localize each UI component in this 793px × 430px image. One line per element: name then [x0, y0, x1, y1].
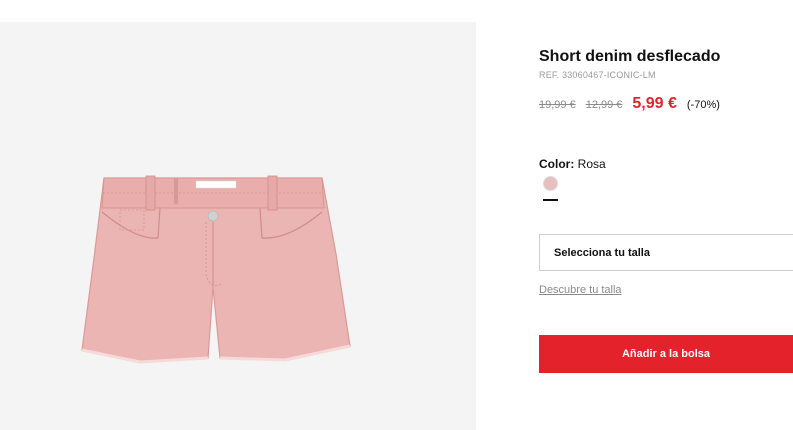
discount-badge: (-70%) — [686, 99, 720, 111]
color-swatch-rosa[interactable] — [543, 176, 558, 191]
product-title: Short denim desflecado — [539, 48, 721, 65]
color-label-title: Color: — [539, 157, 575, 171]
previous-price: 12,99 € — [585, 99, 623, 111]
size-select-label: Selecciona tu talla — [554, 246, 650, 259]
sale-price: 5,99 € — [632, 95, 677, 112]
price-row: 19,99 € 12,99 € 5,99 € (-70%) — [539, 95, 720, 113]
selected-swatch-indicator — [543, 199, 558, 201]
size-guide-link[interactable]: Descubre tu talla — [539, 284, 622, 296]
add-to-bag-button[interactable]: Añadir a la bolsa — [539, 335, 793, 373]
product-reference: REF. 33060467-ICONIC-LM — [539, 70, 656, 80]
product-image — [81, 175, 351, 364]
product-image-panel[interactable] — [0, 22, 476, 430]
add-to-bag-label: Añadir a la bolsa — [621, 348, 711, 360]
original-price: 19,99 € — [539, 99, 576, 111]
color-label: Color: Rosa — [539, 157, 606, 171]
color-value: Rosa — [577, 157, 606, 171]
size-select[interactable]: Selecciona tu talla — [539, 234, 793, 271]
